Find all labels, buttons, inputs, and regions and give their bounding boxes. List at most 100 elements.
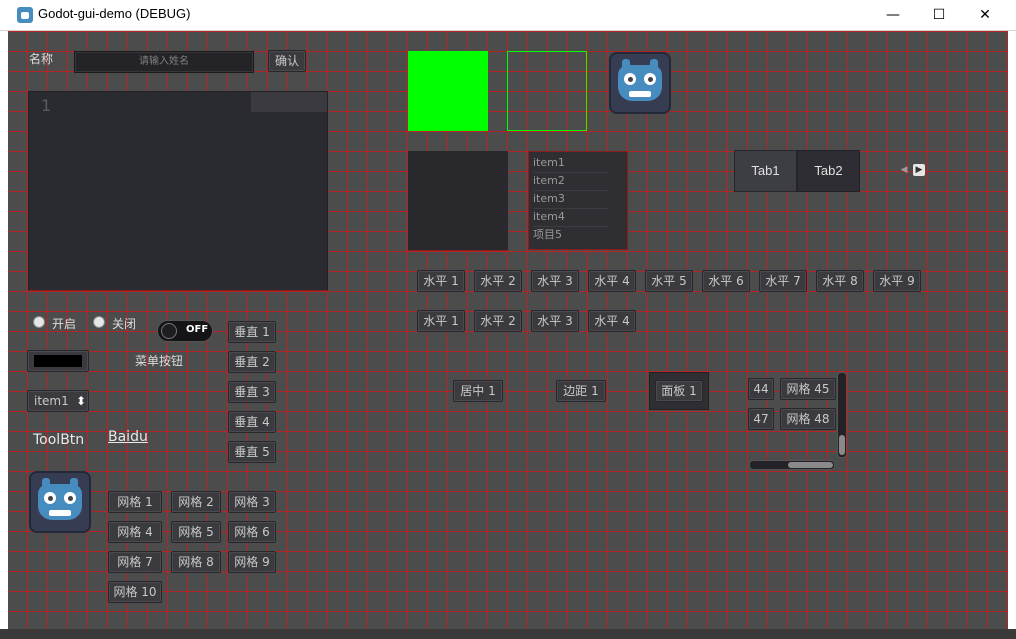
baidu-link[interactable]: Baidu: [108, 429, 148, 445]
horizontal-button[interactable]: 水平 1: [417, 310, 465, 332]
godot-texture-rect: [609, 52, 671, 114]
horizontal-button[interactable]: 水平 4: [588, 270, 636, 292]
line-number: 1: [41, 96, 52, 115]
menu-button[interactable]: 菜单按钮: [135, 352, 183, 369]
godot-pupil-left-2: [628, 77, 633, 82]
item-list[interactable]: item1 item2 item3 item4 项目5: [528, 151, 628, 250]
color-rect-filled: [408, 51, 488, 131]
godot-eye-right-2: [644, 73, 656, 85]
grid-button-1[interactable]: 网格 1: [108, 491, 162, 513]
godot-logo-icon-2: [618, 59, 662, 101]
vertical-scroll-thumb[interactable]: [839, 435, 845, 455]
margin-container-button[interactable]: 边距 1: [556, 380, 606, 402]
name-label: 名称: [29, 52, 54, 66]
color-rect-outline: [507, 51, 587, 131]
window-title: Godot-gui-demo (DEBUG): [38, 6, 191, 21]
grid-button-6[interactable]: 网格 6: [228, 521, 276, 543]
godot-mouth-2: [629, 91, 651, 97]
horizontal-button[interactable]: 水平 6: [702, 270, 750, 292]
game-canvas: 名称 请输入姓名 确认 1 开启 关闭 OFF 菜单按钮 item1 ⬍ Too…: [8, 31, 1008, 629]
grid-button-5[interactable]: 网格 5: [171, 521, 221, 543]
tool-button[interactable]: ToolBtn: [33, 432, 84, 448]
list-item[interactable]: item2: [533, 172, 609, 191]
radio-close-label: 关闭: [112, 317, 137, 331]
toggle-switch[interactable]: OFF: [157, 320, 213, 342]
panel-button[interactable]: 面板 1: [655, 380, 703, 402]
tab-1[interactable]: Tab1: [734, 150, 797, 192]
godot-mouth: [49, 510, 71, 516]
window-bottom-edge: [0, 629, 1016, 639]
tab-bar: Tab1 Tab2: [734, 150, 860, 194]
center-container-button[interactable]: 居中 1: [453, 380, 503, 402]
grid-button-10[interactable]: 网格 10: [108, 581, 162, 603]
vertical-button-1[interactable]: 垂直 1: [228, 321, 276, 343]
option-arrows-icon: ⬍: [76, 394, 87, 408]
horizontal-button[interactable]: 水平 8: [816, 270, 864, 292]
scroll-grid-button-45[interactable]: 网格 45: [780, 378, 836, 400]
godot-eye-right: [64, 492, 76, 504]
godot-horn-left-2: [622, 59, 630, 69]
toggle-knob: [161, 323, 177, 339]
scroll-grid-button-47[interactable]: 47: [748, 408, 774, 430]
horizontal-button[interactable]: 水平 3: [531, 270, 579, 292]
scroll-container[interactable]: 44 网格 45 47 网格 48: [748, 372, 848, 472]
scroll-grid-button-48[interactable]: 网格 48: [780, 408, 836, 430]
horizontal-scrollbar[interactable]: [749, 460, 835, 470]
tab-next-arrow-icon[interactable]: ▶: [913, 164, 925, 176]
tab-prev-arrow-icon[interactable]: ◀: [898, 164, 910, 176]
godot-app-icon: [17, 7, 33, 23]
godot-pupil-right: [68, 496, 73, 501]
horizontal-button[interactable]: 水平 9: [873, 270, 921, 292]
godot-eye-left: [44, 492, 56, 504]
option-button[interactable]: item1 ⬍: [27, 390, 89, 412]
godot-pupil-left: [48, 496, 53, 501]
grid-button-9[interactable]: 网格 9: [228, 551, 276, 573]
horizontal-button[interactable]: 水平 3: [531, 310, 579, 332]
dark-panel: [408, 151, 508, 251]
radio-open[interactable]: [33, 316, 45, 328]
godot-logo-icon: [38, 478, 82, 520]
list-item[interactable]: item4: [533, 208, 609, 227]
horizontal-button[interactable]: 水平 7: [759, 270, 807, 292]
horizontal-button[interactable]: 水平 4: [588, 310, 636, 332]
maximize-button[interactable]: ☐: [916, 0, 962, 30]
vertical-button-2[interactable]: 垂直 2: [228, 351, 276, 373]
grid-button-4[interactable]: 网格 4: [108, 521, 162, 543]
toggle-label: OFF: [186, 324, 209, 335]
horizontal-button[interactable]: 水平 2: [474, 270, 522, 292]
vertical-scrollbar[interactable]: [837, 372, 847, 458]
godot-texture-button[interactable]: [29, 471, 91, 533]
godot-horn-left: [42, 478, 50, 488]
grid-button-7[interactable]: 网格 7: [108, 551, 162, 573]
vertical-button-5[interactable]: 垂直 5: [228, 441, 276, 463]
close-window-button[interactable]: ✕: [962, 0, 1008, 30]
grid-button-3[interactable]: 网格 3: [228, 491, 276, 513]
vertical-button-3[interactable]: 垂直 3: [228, 381, 276, 403]
grid-button-8[interactable]: 网格 8: [171, 551, 221, 573]
godot-eye-left-2: [624, 73, 636, 85]
name-input[interactable]: 请输入姓名: [74, 51, 254, 73]
color-swatch: [34, 355, 82, 367]
list-item[interactable]: item1: [533, 154, 609, 173]
text-edit[interactable]: 1: [28, 91, 328, 291]
horizontal-button[interactable]: 水平 1: [417, 270, 465, 292]
horizontal-button[interactable]: 水平 5: [645, 270, 693, 292]
color-picker-button[interactable]: [27, 350, 89, 372]
godot-horn-right-2: [650, 59, 658, 69]
godot-pupil-right-2: [648, 77, 653, 82]
horizontal-scroll-thumb[interactable]: [788, 462, 833, 468]
tab-2[interactable]: Tab2: [797, 150, 860, 192]
window-titlebar: Godot-gui-demo (DEBUG) — ☐ ✕: [0, 0, 1016, 31]
scroll-grid-button-44[interactable]: 44: [748, 378, 774, 400]
minimize-button[interactable]: —: [870, 0, 916, 30]
horizontal-button[interactable]: 水平 2: [474, 310, 522, 332]
confirm-button[interactable]: 确认: [268, 50, 306, 72]
grid-button-2[interactable]: 网格 2: [171, 491, 221, 513]
godot-horn-right: [70, 478, 78, 488]
vertical-button-4[interactable]: 垂直 4: [228, 411, 276, 433]
radio-close[interactable]: [93, 316, 105, 328]
list-item[interactable]: 项目5: [533, 226, 609, 244]
panel-container: 面板 1: [649, 372, 709, 410]
option-selected: item1: [34, 394, 69, 408]
list-item[interactable]: item3: [533, 190, 609, 209]
